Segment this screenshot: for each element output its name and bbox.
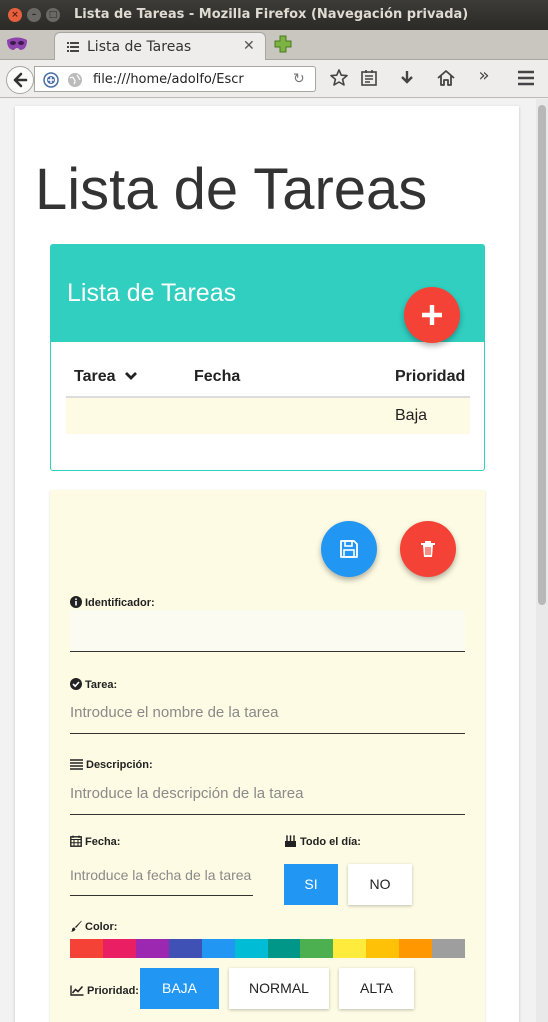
- info-circle-icon: [70, 596, 82, 608]
- priority-normal-button[interactable]: NORMAL: [229, 968, 329, 1009]
- description-input[interactable]: [70, 773, 465, 815]
- all-day-yes-button[interactable]: SI: [284, 864, 338, 905]
- save-button[interactable]: [321, 521, 377, 577]
- url-bar[interactable]: file:///home/adolfo/Escr ↻: [34, 66, 316, 92]
- table-row[interactable]: Baja: [66, 398, 470, 434]
- color-swatch[interactable]: [234, 939, 268, 958]
- list-icon: [67, 42, 79, 52]
- window-maximize-button[interactable]: □: [46, 8, 60, 22]
- reload-icon[interactable]: ↻: [293, 71, 305, 87]
- plus-icon: [422, 305, 442, 325]
- task-name-input[interactable]: [70, 692, 465, 734]
- birthday-cake-icon: [285, 835, 296, 847]
- color-swatch[interactable]: [267, 939, 301, 958]
- navigation-bar: file:///home/adolfo/Escr ↻ »: [0, 60, 548, 98]
- sort-chevron-down-icon: [124, 372, 137, 380]
- align-justify-icon: [70, 759, 83, 770]
- column-header-label: Tarea: [74, 368, 116, 385]
- cell-prioridad: Baja: [395, 407, 428, 424]
- site-identity-icon[interactable]: [43, 72, 59, 88]
- window-title: Lista de Tareas - Mozilla Firefox (Naveg…: [74, 7, 469, 22]
- color-swatch[interactable]: [168, 939, 202, 958]
- priority-label: Prioridad:: [70, 985, 139, 997]
- scrollbar-thumb[interactable]: [538, 105, 546, 605]
- column-header-tarea[interactable]: Tarea: [74, 368, 138, 386]
- back-button[interactable]: [6, 66, 34, 94]
- overflow-icon[interactable]: »: [474, 66, 494, 86]
- download-icon[interactable]: [397, 68, 417, 88]
- add-task-button[interactable]: [404, 287, 460, 343]
- globe-icon: [68, 73, 82, 87]
- home-icon[interactable]: [436, 68, 456, 88]
- trash-icon: [421, 541, 435, 557]
- menu-icon[interactable]: [516, 68, 536, 88]
- floppy-disk-icon: [340, 540, 358, 558]
- line-chart-icon: [70, 985, 84, 996]
- new-tab-plus-icon[interactable]: [274, 35, 292, 53]
- panel-title: Lista de Tareas: [67, 279, 237, 307]
- tab-lista-de-tareas[interactable]: Lista de Tareas ✕: [54, 32, 266, 61]
- delete-button[interactable]: [400, 521, 456, 577]
- calendar-icon: [70, 835, 82, 847]
- column-header-prioridad[interactable]: Prioridad: [395, 368, 465, 386]
- task-label: Tarea:: [70, 678, 117, 691]
- priority-label-text: Prioridad:: [87, 985, 139, 997]
- id-label-text: Identificador:: [85, 597, 155, 609]
- color-swatch[interactable]: [135, 939, 169, 958]
- task-label-text: Tarea:: [85, 679, 118, 691]
- window-titlebar: × – □ Lista de Tareas - Mozilla Firefox …: [0, 0, 548, 30]
- color-swatch[interactable]: [300, 939, 334, 958]
- paint-brush-icon: [70, 920, 82, 932]
- check-circle-icon: [70, 678, 82, 690]
- date-label: Fecha:: [70, 835, 120, 848]
- all-day-no-button[interactable]: NO: [348, 864, 412, 905]
- page-viewport: Lista de Tareas Lista de Tareas Tarea Fe…: [0, 99, 548, 1022]
- task-list-panel: Lista de Tareas Tarea Fecha Prioridad Ba…: [50, 244, 485, 471]
- tab-label: Lista de Tareas: [87, 39, 192, 55]
- description-label-text: Descripción:: [86, 759, 153, 771]
- color-swatch[interactable]: [102, 939, 136, 958]
- color-swatch[interactable]: [201, 939, 235, 958]
- id-label: Identificador:: [70, 596, 155, 609]
- window-minimize-button[interactable]: –: [27, 8, 41, 22]
- task-form: Identificador: Tarea: Descripción:: [50, 490, 485, 1022]
- date-input[interactable]: [70, 854, 253, 896]
- all-day-label-text: Todo el día:: [300, 836, 361, 848]
- tab-close-icon[interactable]: ✕: [243, 38, 255, 54]
- vertical-scrollbar[interactable]: [536, 99, 548, 1022]
- priority-baja-button[interactable]: BAJA: [140, 968, 219, 1009]
- all-day-label: Todo el día:: [284, 835, 361, 848]
- priority-alta-button[interactable]: ALTA: [339, 968, 414, 1009]
- color-palette: [70, 939, 466, 958]
- date-label-text: Fecha:: [85, 836, 121, 848]
- tab-bar: Lista de Tareas ✕: [0, 30, 548, 61]
- reading-list-icon[interactable]: [359, 68, 379, 88]
- color-label-text: Color:: [85, 921, 118, 933]
- url-text: file:///home/adolfo/Escr: [93, 72, 244, 87]
- color-swatch[interactable]: [399, 939, 433, 958]
- color-label: Color:: [70, 920, 117, 933]
- id-field[interactable]: [70, 610, 465, 652]
- color-swatch[interactable]: [432, 939, 466, 958]
- bookmark-star-icon[interactable]: [329, 68, 349, 88]
- private-browsing-mask-icon: [7, 37, 27, 50]
- window-close-button[interactable]: ×: [8, 8, 22, 22]
- back-arrow-icon: [13, 72, 28, 88]
- description-label: Descripción:: [70, 759, 153, 771]
- page-card: Lista de Tareas Lista de Tareas Tarea Fe…: [15, 106, 519, 1022]
- column-header-fecha[interactable]: Fecha: [194, 368, 240, 386]
- color-swatch[interactable]: [366, 939, 400, 958]
- color-swatch[interactable]: [70, 939, 103, 958]
- color-swatch[interactable]: [333, 939, 367, 958]
- page-title: Lista de Tareas: [35, 157, 428, 222]
